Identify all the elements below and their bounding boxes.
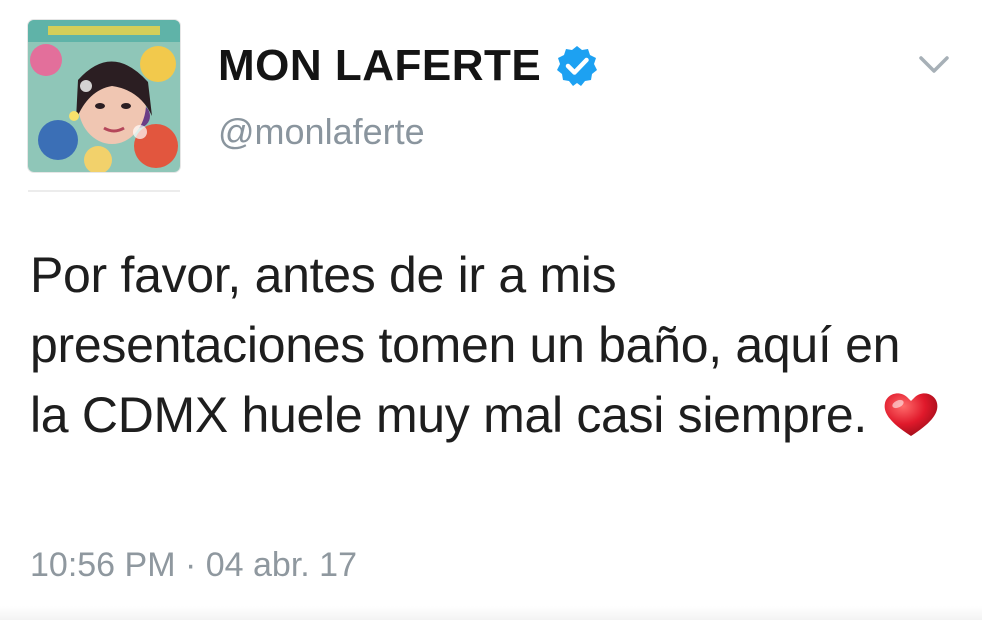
verified-badge-icon <box>557 46 598 86</box>
avatar-image <box>28 20 180 172</box>
tweet-text: Por favor, antes de ir a mis presentacio… <box>30 240 950 450</box>
chevron-down-icon[interactable] <box>918 54 950 76</box>
avatar-divider <box>28 190 180 192</box>
heart-icon <box>884 393 938 436</box>
username[interactable]: @monlaferte <box>218 114 425 150</box>
card-bottom-edge <box>0 606 982 620</box>
tweet-card: MON LAFERTE @monlaferte Por favor, antes… <box>0 0 982 620</box>
avatar[interactable] <box>28 20 180 172</box>
timestamp[interactable]: 10:56 PM · 04 abr. 17 <box>30 548 357 582</box>
tweet-text-content: Por favor, antes de ir a mis presentacio… <box>30 247 901 443</box>
display-name[interactable]: MON LAFERTE <box>218 44 541 88</box>
author-name-row[interactable]: MON LAFERTE <box>218 44 599 88</box>
